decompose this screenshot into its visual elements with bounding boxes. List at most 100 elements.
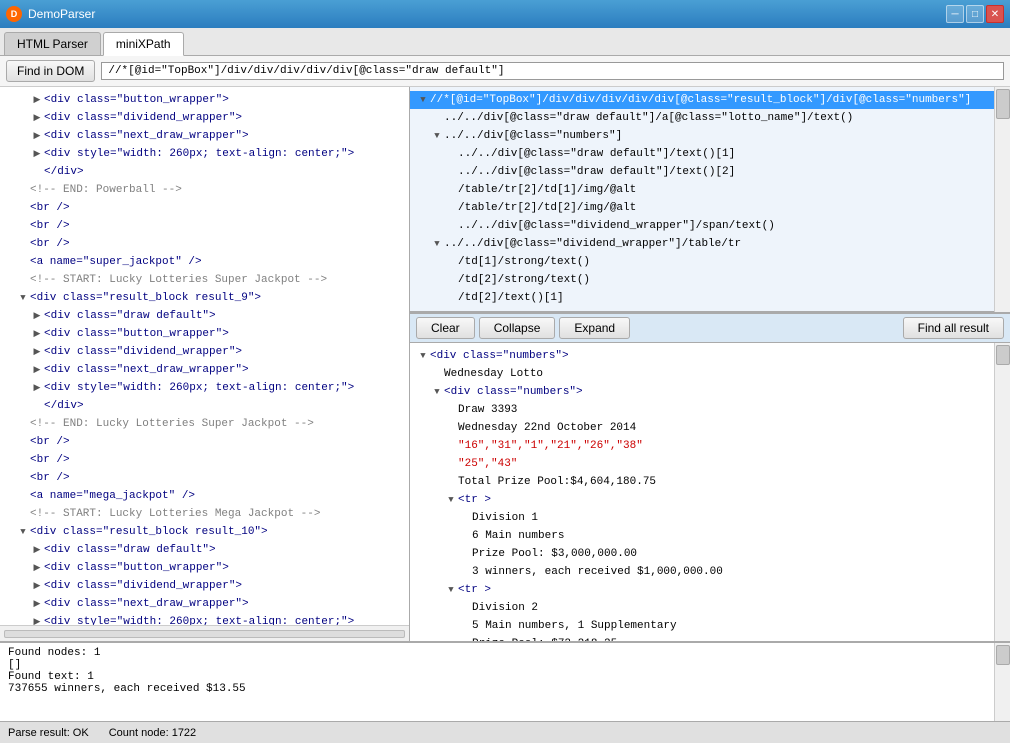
left-tree-item[interactable]: <!-- END: Powerball --> <box>0 181 409 199</box>
tree-toggle[interactable]: ▶ <box>30 363 44 377</box>
maximize-button[interactable]: □ <box>966 5 984 23</box>
left-tree-item[interactable]: ▶<div class="dividend_wrapper"> <box>0 577 409 595</box>
tree-toggle[interactable]: ▶ <box>30 615 44 625</box>
tree-toggle[interactable]: ▼ <box>16 525 30 539</box>
left-tree-item[interactable]: <a name="mega_jackpot" /> <box>0 487 409 505</box>
xpath-result-item[interactable]: /table/tr[2]/td[1]/img/@alt <box>410 181 994 199</box>
tree-toggle[interactable]: ▼ <box>444 583 458 597</box>
xpath-result-item[interactable]: ../../div[@class="draw default"]/a[@clas… <box>410 109 994 127</box>
result-tree-item[interactable]: Division 1 <box>410 509 994 527</box>
left-tree-item[interactable]: <!-- START: Lucky Lotteries Mega Jackpot… <box>0 505 409 523</box>
left-tree-item[interactable]: ▼<div class="result_block result_9"> <box>0 289 409 307</box>
expand-button[interactable]: Expand <box>559 317 630 339</box>
left-tree-item[interactable]: ▶<div class="draw default"> <box>0 307 409 325</box>
result-tree-item[interactable]: 3 winners, each received $1,000,000.00 <box>410 563 994 581</box>
left-tree-item[interactable]: <br /> <box>0 217 409 235</box>
tab-minixpath[interactable]: miniXPath <box>103 32 184 56</box>
tree-toggle[interactable]: ▶ <box>30 579 44 593</box>
tree-toggle[interactable]: ▶ <box>30 327 44 341</box>
tree-toggle[interactable]: ▶ <box>30 309 44 323</box>
result-tree-item[interactable]: Draw 3393 <box>410 401 994 419</box>
result-tree-item[interactable]: ▼<div class="numbers"> <box>410 347 994 365</box>
tree-toggle[interactable]: ▼ <box>430 129 444 143</box>
xpath-result-item[interactable]: ▼//*[@id="TopBox"]/div/div/div/div/div[@… <box>410 91 994 109</box>
find-in-dom-button[interactable]: Find in DOM <box>6 60 95 82</box>
left-tree-item[interactable]: ▶<div class="button_wrapper"> <box>0 559 409 577</box>
left-tree-item[interactable]: <!-- END: Lucky Lotteries Super Jackpot … <box>0 415 409 433</box>
left-tree-item[interactable]: ▶<div class="button_wrapper"> <box>0 325 409 343</box>
result-tree-item[interactable]: Prize Pool: $72,218.25 <box>410 635 994 641</box>
left-tree-item[interactable]: </div> <box>0 163 409 181</box>
result-tree-item[interactable]: "16","31","1","21","26","38" <box>410 437 994 455</box>
xpath-result-item[interactable]: ▼../../div[@class="numbers"] <box>410 127 994 145</box>
result-tree-item[interactable]: 6 Main numbers <box>410 527 994 545</box>
xpath-result-item[interactable]: ▼../../div[@class="dividend_wrapper"]/ta… <box>410 235 994 253</box>
left-tree-item[interactable]: ▶<div style="width: 260px; text-align: c… <box>0 379 409 397</box>
bottom-vscrollbar[interactable] <box>994 643 1010 721</box>
left-tree-item[interactable]: <br /> <box>0 451 409 469</box>
tree-toggle[interactable]: ▶ <box>30 111 44 125</box>
tree-toggle[interactable]: ▶ <box>30 147 44 161</box>
result-tree-item[interactable]: Wednesday 22nd October 2014 <box>410 419 994 437</box>
xpath-result-item[interactable]: /td[1]/strong/text() <box>410 253 994 271</box>
xpath-result-item[interactable]: ../../div[@class="draw default"]/text()[… <box>410 163 994 181</box>
minimize-button[interactable]: ─ <box>946 5 964 23</box>
tree-toggle[interactable]: ▼ <box>416 93 430 107</box>
left-tree-item[interactable]: <br /> <box>0 433 409 451</box>
clear-button[interactable]: Clear <box>416 317 475 339</box>
left-tree-item[interactable]: <a name="super_jackpot" /> <box>0 253 409 271</box>
tab-html-parser[interactable]: HTML Parser <box>4 32 101 55</box>
xpath-result-tree[interactable]: ▼//*[@id="TopBox"]/div/div/div/div/div[@… <box>410 87 994 312</box>
tree-toggle[interactable]: ▼ <box>16 291 30 305</box>
left-tree-item[interactable]: ▶<div class="dividend_wrapper"> <box>0 343 409 361</box>
xpath-result-item[interactable]: ../../div[@class="dividend_wrapper"]/spa… <box>410 217 994 235</box>
left-tree-item[interactable]: </div> <box>0 397 409 415</box>
tree-toggle[interactable]: ▼ <box>416 349 430 363</box>
left-tree-item[interactable]: ▶<div class="dividend_wrapper"> <box>0 109 409 127</box>
tree-toggle[interactable]: ▶ <box>30 129 44 143</box>
result-tree[interactable]: ▼<div class="numbers"> Wednesday Lotto ▼… <box>410 343 994 641</box>
result-tree-item[interactable]: Wednesday Lotto <box>410 365 994 383</box>
tree-toggle[interactable]: ▼ <box>430 237 444 251</box>
left-tree-item[interactable]: ▶<div class="next_draw_wrapper"> <box>0 595 409 613</box>
collapse-button[interactable]: Collapse <box>479 317 556 339</box>
left-tree-item[interactable]: ▶<div class="next_draw_wrapper"> <box>0 361 409 379</box>
left-tree-item[interactable]: ▶<div style="width: 260px; text-align: c… <box>0 613 409 625</box>
tree-toggle[interactable]: ▼ <box>430 385 444 399</box>
tree-toggle[interactable]: ▼ <box>444 493 458 507</box>
tree-toggle[interactable]: ▶ <box>30 597 44 611</box>
find-all-result-button[interactable]: Find all result <box>903 317 1004 339</box>
result-tree-item[interactable]: ▼<tr > <box>410 581 994 599</box>
tree-toggle[interactable]: ▶ <box>30 561 44 575</box>
tree-toggle[interactable]: ▶ <box>30 345 44 359</box>
left-tree-item[interactable]: ▶<div class="button_wrapper"> <box>0 91 409 109</box>
close-button[interactable]: ✕ <box>986 5 1004 23</box>
left-tree[interactable]: ▶<div class="button_wrapper"> ▶<div clas… <box>0 87 409 625</box>
result-tree-item[interactable]: Total Prize Pool:$4,604,180.75 <box>410 473 994 491</box>
tree-toggle[interactable]: ▶ <box>30 543 44 557</box>
result-tree-item[interactable]: ▼<div class="numbers"> <box>410 383 994 401</box>
xpath-result-item[interactable]: /td[2]/text()[1] <box>410 289 994 307</box>
xpath-input[interactable] <box>101 62 1004 80</box>
result-tree-item[interactable]: Division 2 <box>410 599 994 617</box>
left-tree-item[interactable]: <br /> <box>0 469 409 487</box>
result-tree-item[interactable]: ▼<tr > <box>410 491 994 509</box>
xpath-result-item[interactable]: /td[2]/strong/text() <box>410 271 994 289</box>
left-tree-item[interactable]: ▶<div style="width: 260px; text-align: c… <box>0 145 409 163</box>
xpath-result-item[interactable]: ../../div[@class="draw default"]/text()[… <box>410 145 994 163</box>
right-xpath-vscrollbar[interactable] <box>994 87 1010 312</box>
xpath-result-item[interactable]: /table/tr[2]/td[2]/img/@alt <box>410 199 994 217</box>
tree-toggle[interactable]: ▶ <box>30 381 44 395</box>
left-tree-item[interactable]: <br /> <box>0 199 409 217</box>
result-tree-item[interactable]: Prize Pool: $3,000,000.00 <box>410 545 994 563</box>
left-tree-item[interactable]: ▶<div class="next_draw_wrapper"> <box>0 127 409 145</box>
left-hscrollbar[interactable] <box>0 625 409 641</box>
left-tree-item[interactable]: ▼<div class="result_block result_10"> <box>0 523 409 541</box>
result-tree-item[interactable]: 5 Main numbers, 1 Supplementary <box>410 617 994 635</box>
result-vscrollbar[interactable] <box>994 343 1010 641</box>
left-tree-item[interactable]: <br /> <box>0 235 409 253</box>
left-tree-item[interactable]: <!-- START: Lucky Lotteries Super Jackpo… <box>0 271 409 289</box>
left-tree-item[interactable]: ▶<div class="draw default"> <box>0 541 409 559</box>
result-tree-item[interactable]: "25","43" <box>410 455 994 473</box>
tree-toggle[interactable]: ▶ <box>30 93 44 107</box>
